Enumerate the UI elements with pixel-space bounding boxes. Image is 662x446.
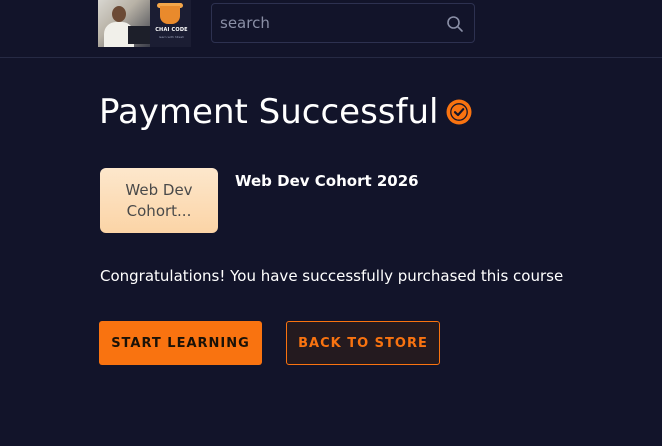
payment-success-page: CHAI CODE learn with hitesh Payment Succ… bbox=[0, 0, 662, 446]
logo-tagline: learn with hitesh bbox=[158, 35, 185, 39]
site-logo[interactable]: CHAI CODE learn with hitesh bbox=[98, 0, 191, 47]
back-to-store-button[interactable]: BACK TO STORE bbox=[286, 321, 440, 365]
start-learning-button[interactable]: START LEARNING bbox=[99, 321, 262, 365]
top-header: CHAI CODE learn with hitesh bbox=[0, 0, 662, 58]
check-badge-icon bbox=[446, 99, 471, 125]
search-icon[interactable] bbox=[446, 15, 464, 33]
logo-cup-icon bbox=[160, 6, 180, 24]
title-row: Payment Successful bbox=[99, 90, 472, 134]
logo-person-head bbox=[112, 6, 126, 22]
course-name: Web Dev Cohort 2026 bbox=[235, 172, 419, 190]
search-input[interactable] bbox=[220, 12, 440, 34]
logo-screen bbox=[128, 26, 150, 44]
course-thumbnail: Web Dev Cohort... bbox=[100, 168, 218, 233]
page-title: Payment Successful bbox=[99, 92, 439, 132]
logo-brand-text: CHAI CODE bbox=[155, 27, 188, 33]
success-message: Congratulations! You have successfully p… bbox=[100, 267, 564, 285]
search-box bbox=[211, 3, 475, 43]
